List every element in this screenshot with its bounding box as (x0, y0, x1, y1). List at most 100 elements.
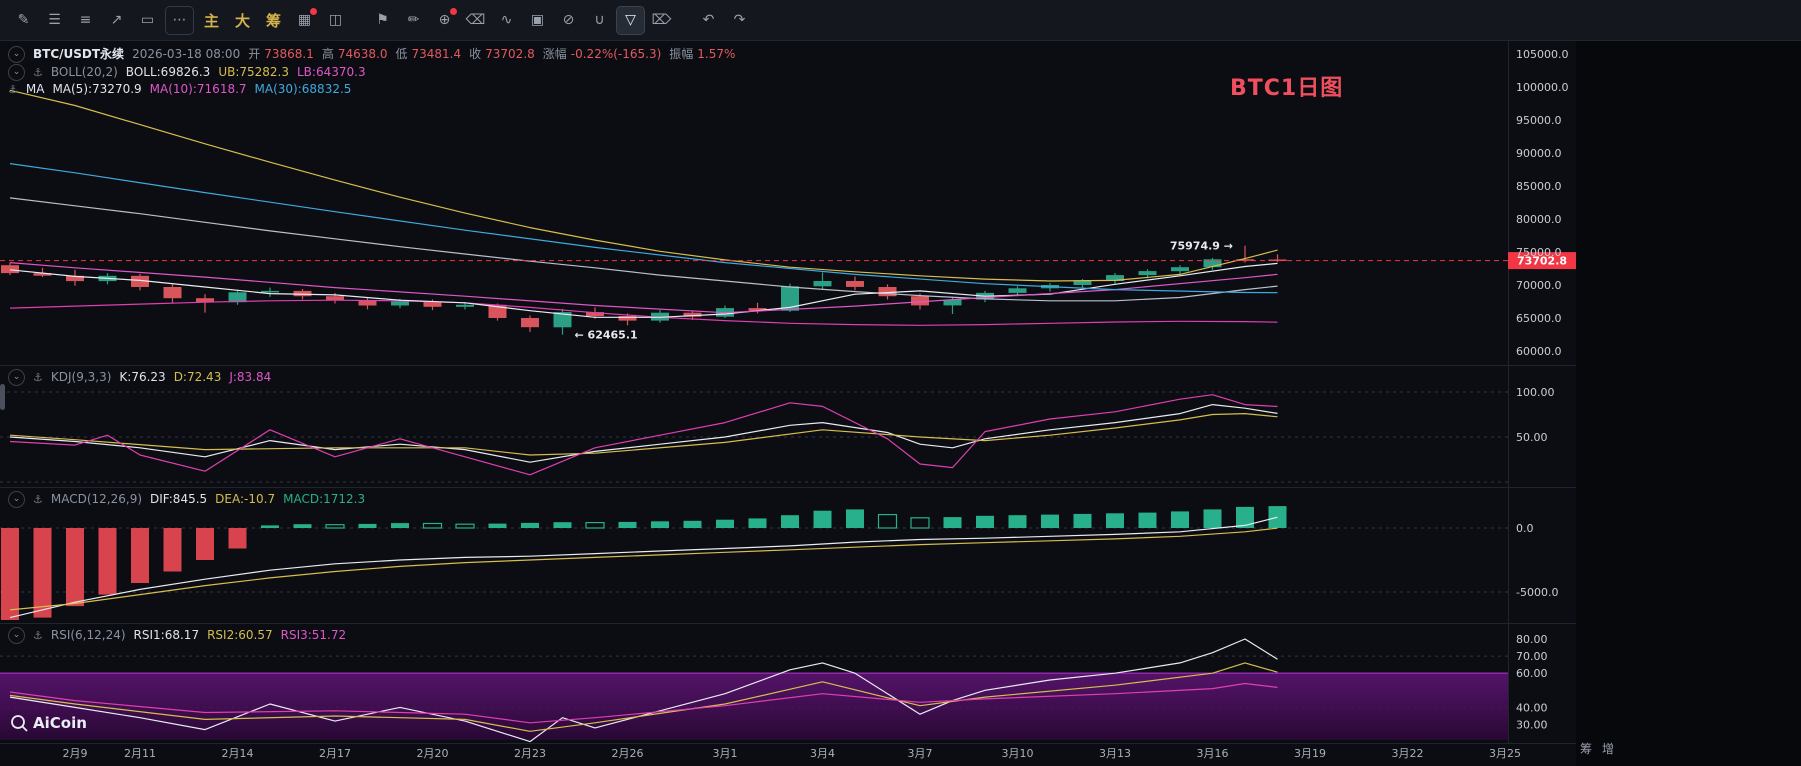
aicoin-logo-text: AiCoin (33, 714, 87, 732)
svg-text:3月19: 3月19 (1294, 747, 1326, 760)
svg-text:3月16: 3月16 (1197, 747, 1229, 760)
more-tools-icon[interactable]: ⋯ (165, 6, 194, 35)
amplitude-label: 振幅 (669, 47, 693, 62)
anchor-icon[interactable]: ⚓ (33, 492, 43, 507)
side-tab-chips[interactable]: 筹 (1580, 740, 1592, 757)
side-tab-extra[interactable]: 增 (1602, 740, 1614, 757)
svg-text:2月11: 2月11 (124, 747, 156, 760)
ma-name[interactable]: MA (26, 82, 45, 97)
large-view-button[interactable]: 大 (229, 7, 256, 34)
svg-text:3月22: 3月22 (1392, 747, 1424, 760)
svg-text:-5000.0: -5000.0 (1516, 586, 1558, 599)
chevron-down-icon[interactable]: ⌄ (8, 627, 25, 644)
svg-text:30.00: 30.00 (1516, 719, 1548, 732)
notification-badge (310, 8, 317, 15)
split-view-icon[interactable]: ◫ (322, 7, 349, 34)
eraser-icon[interactable]: ⌫ (462, 7, 489, 34)
undo-icon[interactable]: ↶ (695, 7, 722, 34)
svg-text:50.00: 50.00 (1516, 431, 1548, 444)
boll-lb-value: LB:64370.3 (297, 65, 366, 80)
anchor-icon[interactable]: ⚓ (8, 82, 18, 97)
chevron-down-icon[interactable]: ⌄ (8, 369, 25, 386)
svg-text:← 62465.1: ← 62465.1 (575, 329, 638, 342)
aicoin-logo: AiCoin (10, 714, 87, 732)
svg-text:3月4: 3月4 (810, 747, 835, 760)
svg-text:3月10: 3月10 (1002, 747, 1034, 760)
ma-header: ⚓ MA MA(5):73270.9 MA(10):71618.7 MA(30)… (8, 82, 351, 97)
brush-icon[interactable]: ✏ (400, 7, 427, 34)
main-chart-button[interactable]: 主 (198, 7, 225, 34)
svg-text:100000.0: 100000.0 (1516, 81, 1569, 94)
high-value: 74638.0 (338, 47, 388, 62)
chevron-down-icon[interactable]: ⌄ (8, 491, 25, 508)
svg-text:2月17: 2月17 (319, 747, 351, 760)
macd-dif-value: DIF:845.5 (150, 492, 207, 507)
aicoin-logo-icon (10, 714, 28, 732)
svg-text:75000.0: 75000.0 (1516, 246, 1562, 259)
amplitude-value: 1.57% (697, 47, 735, 62)
wave-tool-icon[interactable]: ∿ (493, 7, 520, 34)
svg-text:2月23: 2月23 (514, 747, 546, 760)
notification-badge (450, 8, 457, 15)
zoom-search-icon[interactable]: ⊕ (431, 7, 458, 34)
symbol-name[interactable]: BTC/USDT永续 (33, 47, 124, 62)
chevron-down-icon[interactable]: ⌄ (8, 64, 25, 81)
svg-text:85000.0: 85000.0 (1516, 180, 1562, 193)
svg-text:0.0: 0.0 (1516, 522, 1534, 535)
top-toolbar: ✎☰≡↗▭⋯主大筹▦◫ ⚑✏⊕⌫∿▣⊘∪▽⌦ ↶↷ (0, 0, 1801, 41)
ma5-value: MA(5):73270.9 (52, 82, 141, 97)
boll-name[interactable]: BOLL(20,2) (51, 65, 118, 80)
tag-icon[interactable]: ⊘ (555, 7, 582, 34)
macd-value: MACD:1712.3 (283, 492, 365, 507)
panel-grid-icon[interactable]: ▦ (291, 7, 318, 34)
aicoin-trading-app: { "colors": { "bg": "#0b0d12", "right_bg… (0, 0, 1801, 766)
boll-mid-value: BOLL:69826.3 (126, 65, 211, 80)
box-select-icon[interactable]: ▣ (524, 7, 551, 34)
svg-text:70000.0: 70000.0 (1516, 279, 1562, 292)
svg-text:80.00: 80.00 (1516, 633, 1548, 646)
flag-icon[interactable]: ⚑ (369, 7, 396, 34)
anchor-icon[interactable]: ⚓ (33, 65, 43, 80)
rsi1-value: RSI1:68.17 (134, 628, 200, 643)
left-scrollbar-thumb[interactable] (0, 384, 5, 410)
svg-text:3月25: 3月25 (1489, 747, 1521, 760)
indicator-list-icon[interactable]: ☰ (41, 7, 68, 34)
ma10-value: MA(10):71618.7 (150, 82, 247, 97)
filter-funnel-icon[interactable]: ▽ (617, 7, 644, 34)
rsi3-value: RSI3:51.72 (281, 628, 347, 643)
svg-text:2月9: 2月9 (63, 747, 88, 760)
svg-text:70.00: 70.00 (1516, 650, 1548, 663)
magnet-icon[interactable]: ∪ (586, 7, 613, 34)
bar-datetime: 2026-03-18 08:00 (132, 47, 240, 62)
rectangle-tool-icon[interactable]: ▭ (134, 7, 161, 34)
template-list-icon[interactable]: ≡ (72, 7, 99, 34)
draw-pencil-icon[interactable]: ✎ (10, 7, 37, 34)
svg-text:2月20: 2月20 (417, 747, 449, 760)
kdj-name[interactable]: KDJ(9,3,3) (51, 370, 112, 385)
rsi2-value: RSI2:60.57 (207, 628, 273, 643)
kdj-header: ⌄ ⚓ KDJ(9,3,3) K:76.23 D:72.43 J:83.84 (8, 369, 271, 386)
svg-text:75974.9 →: 75974.9 → (1170, 240, 1233, 253)
rsi-name[interactable]: RSI(6,12,24) (51, 628, 126, 643)
svg-text:3月1: 3月1 (713, 747, 738, 760)
trendline-tool-icon[interactable]: ↗ (103, 7, 130, 34)
macd-dea-value: DEA:-10.7 (215, 492, 275, 507)
chart-watermark: BTC1日图 (1230, 70, 1343, 102)
svg-text:3月7: 3月7 (908, 747, 933, 760)
svg-text:105000.0: 105000.0 (1516, 48, 1569, 61)
ohlc-header: ⌄ BTC/USDT永续 2026-03-18 08:00 开73868.1 高… (8, 46, 735, 63)
chevron-down-icon[interactable]: ⌄ (8, 46, 25, 63)
svg-text:40.00: 40.00 (1516, 701, 1548, 714)
kdj-k-value: K:76.23 (119, 370, 165, 385)
redo-icon[interactable]: ↷ (726, 7, 753, 34)
svg-text:80000.0: 80000.0 (1516, 213, 1562, 226)
anchor-icon[interactable]: ⚓ (33, 370, 43, 385)
ma30-value: MA(30):68832.5 (255, 82, 352, 97)
boll-ub-value: UB:75282.3 (218, 65, 289, 80)
svg-text:90000.0: 90000.0 (1516, 147, 1562, 160)
chip-distribution-button[interactable]: 筹 (260, 7, 287, 34)
macd-name[interactable]: MACD(12,26,9) (51, 492, 142, 507)
svg-text:60000.0: 60000.0 (1516, 345, 1562, 358)
anchor-icon[interactable]: ⚓ (33, 628, 43, 643)
trash-icon[interactable]: ⌦ (648, 7, 675, 34)
